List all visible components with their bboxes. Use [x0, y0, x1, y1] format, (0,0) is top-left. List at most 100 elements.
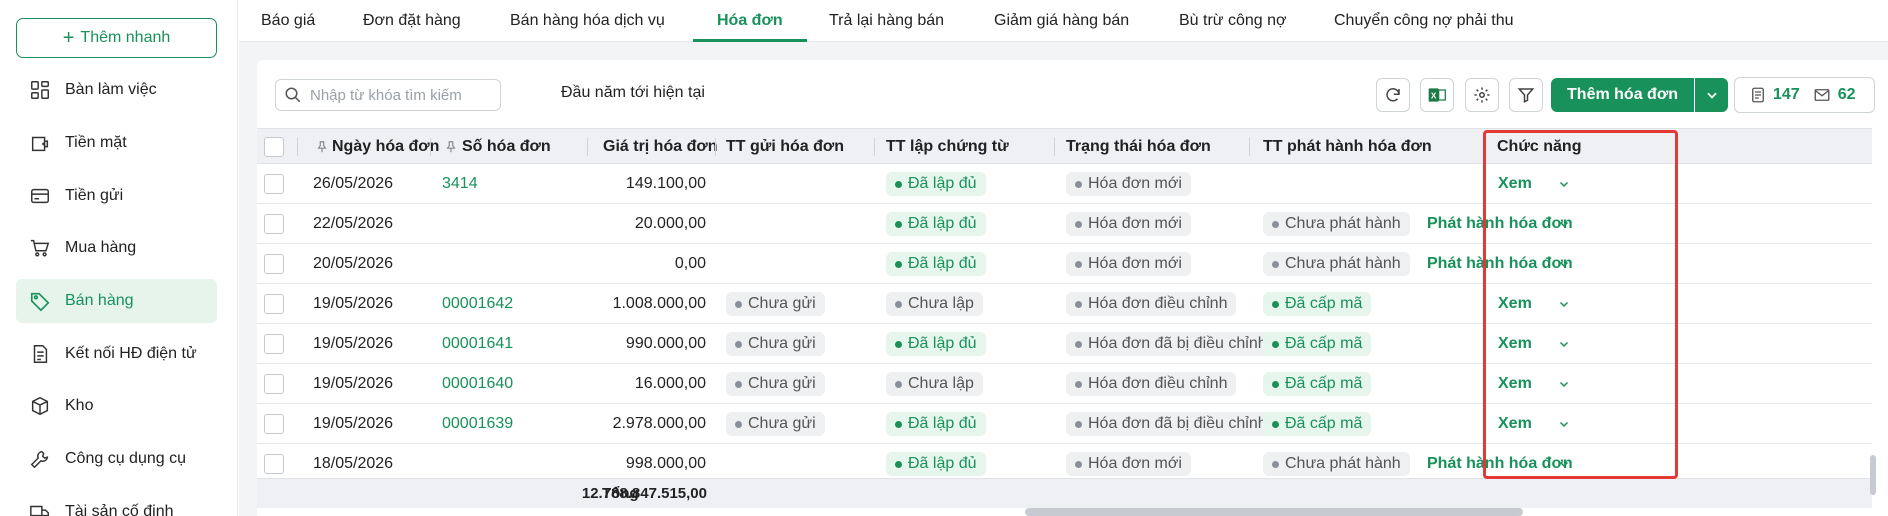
tab-debt-offset[interactable]: Bù trừ công nợ	[1179, 0, 1286, 42]
sidebar-item-tools[interactable]: Công cụ dụng cụ	[16, 437, 217, 481]
quick-add-button[interactable]: + Thêm nhanh	[16, 18, 217, 58]
table-header: Ngày hóa đơn Số hóa đơn Giá trị hóa đơn …	[257, 128, 1872, 164]
table-row[interactable]: 19/05/2026 00001642 1.008.000,00 Chưa gử…	[257, 284, 1872, 324]
main-area: Báo giá Đơn đặt hàng Bán hàng hóa dịch v…	[239, 0, 1888, 516]
row-checkbox[interactable]	[264, 454, 284, 474]
app-window: + Thêm nhanh Bàn làm việc Tiền mặt Tiền …	[0, 0, 1888, 516]
view-button[interactable]: Xem	[1498, 284, 1532, 324]
issue-invoice-button[interactable]: Phát hành hóa đơn	[1427, 244, 1573, 284]
cell-value: 2.978.000,00	[612, 415, 706, 432]
select-all-checkbox[interactable]	[264, 137, 284, 157]
table-row[interactable]: 22/05/2026 20.000,00 Đã lập đủ Hóa đơn m…	[257, 204, 1872, 244]
row-checkbox[interactable]	[264, 174, 284, 194]
table-row[interactable]: 19/05/2026 00001639 2.978.000,00 Chưa gử…	[257, 404, 1872, 444]
chevron-down-icon[interactable]	[1557, 378, 1571, 390]
add-invoice-button[interactable]: Thêm hóa đơn	[1551, 78, 1694, 112]
refresh-button[interactable]	[1376, 78, 1410, 112]
total-value: 12.788.847.515,00	[581, 485, 707, 502]
cell-number[interactable]: 3414	[442, 164, 478, 204]
cell-value: 0,00	[674, 255, 706, 272]
table-row[interactable]: 19/05/2026 00001640 16.000,00 Chưa gửi C…	[257, 364, 1872, 404]
cell-issue: Đã cấp mã	[1263, 404, 1372, 444]
document-list-icon	[1752, 87, 1764, 103]
plus-icon: +	[62, 27, 75, 49]
sidebar-item-assets[interactable]: Tài sản cố định	[16, 490, 217, 516]
tab-sales-discount[interactable]: Giảm giá hàng bán	[994, 0, 1129, 42]
vertical-scrollbar[interactable]	[1870, 455, 1876, 495]
document-icon	[33, 345, 48, 363]
cell-status: Hóa đơn điều chỉnh	[1066, 284, 1237, 324]
horizontal-scrollbar[interactable]	[1025, 508, 1523, 516]
sidebar-item-sales[interactable]: Bán hàng	[16, 279, 217, 323]
sidebar-item-dashboard[interactable]: Bàn làm việc	[16, 68, 217, 112]
row-checkbox[interactable]	[264, 414, 284, 434]
total-row: Tổng 12.788.847.515,00	[257, 478, 1872, 508]
status-badge: Chưa phát hành	[1263, 252, 1410, 276]
tab-invoice[interactable]: Hóa đơn	[693, 0, 807, 42]
search-input[interactable]	[310, 86, 490, 104]
excel-export-button[interactable]: X	[1420, 78, 1454, 112]
view-button[interactable]: Xem	[1498, 364, 1532, 404]
sidebar-item-cash[interactable]: Tiền mặt	[16, 121, 217, 165]
row-checkbox[interactable]	[264, 254, 284, 274]
cell-number[interactable]: 00001641	[442, 324, 513, 364]
table-row[interactable]: 26/05/2026 3414 149.100,00 Đã lập đủ Hóa…	[257, 164, 1872, 204]
view-button[interactable]: Xem	[1498, 404, 1532, 444]
col-header-send[interactable]: TT gửi hóa đơn	[726, 129, 844, 165]
filter-button[interactable]	[1509, 78, 1543, 112]
chevron-down-icon[interactable]	[1557, 458, 1571, 470]
col-header-date[interactable]: Ngày hóa đơn	[332, 129, 439, 165]
issue-invoice-button[interactable]: Phát hành hóa đơn	[1427, 204, 1573, 244]
sidebar-item-warehouse[interactable]: Kho	[16, 384, 217, 428]
chevron-down-icon[interactable]	[1557, 298, 1571, 310]
cell-voucher: Đã lập đủ	[886, 404, 986, 444]
sidebar-item-deposit[interactable]: Tiền gửi	[16, 174, 217, 218]
sidebar-item-purchase[interactable]: Mua hàng	[16, 226, 217, 270]
tab-quote[interactable]: Báo giá	[261, 0, 315, 42]
table-row[interactable]: 20/05/2026 0,00 Đã lập đủ Hóa đơn mới Ch…	[257, 244, 1872, 284]
chevron-down-icon[interactable]	[1557, 338, 1571, 350]
tab-sales-order[interactable]: Đơn đặt hàng	[363, 0, 461, 42]
add-invoice-dropdown[interactable]	[1695, 78, 1728, 112]
chevron-down-icon[interactable]	[1557, 418, 1571, 430]
sidebar-item-label: Bàn làm việc	[65, 81, 157, 98]
cell-number[interactable]: 00001640	[442, 364, 513, 404]
cell-number[interactable]: 00001642	[442, 284, 513, 324]
tab-sales-return[interactable]: Trả lại hàng bán	[829, 0, 944, 42]
tab-debt-transfer[interactable]: Chuyển công nợ phải thu	[1334, 0, 1514, 42]
row-checkbox[interactable]	[264, 374, 284, 394]
chevron-down-icon[interactable]	[1557, 218, 1571, 230]
sidebar-item-label: Mua hàng	[65, 239, 137, 256]
cell-number[interactable]: 00001639	[442, 404, 513, 444]
search-box[interactable]	[275, 79, 501, 111]
settings-button[interactable]	[1465, 78, 1499, 112]
col-header-voucher[interactable]: TT lập chứng từ	[886, 129, 1009, 165]
row-checkbox[interactable]	[264, 294, 284, 314]
period-filter[interactable]: Đầu năm tới hiện tại	[561, 84, 705, 102]
status-badge: Chưa phát hành	[1263, 452, 1410, 476]
col-header-issue[interactable]: TT phát hành hóa đơn	[1263, 129, 1432, 165]
document-count: 147	[1773, 86, 1800, 103]
table-row[interactable]: 19/05/2026 00001641 990.000,00 Chưa gửi …	[257, 324, 1872, 364]
chevron-down-icon	[1706, 92, 1717, 99]
cell-voucher: Đã lập đủ	[886, 204, 986, 244]
col-header-value[interactable]: Giá trị hóa đơn	[603, 129, 718, 165]
status-badge: Đã cấp mã	[1263, 292, 1372, 316]
status-badge: Hóa đơn đã bị điều chỉnh	[1066, 332, 1276, 356]
chevron-down-icon[interactable]	[1557, 258, 1571, 270]
column-divider	[1249, 138, 1250, 156]
row-checkbox[interactable]	[264, 214, 284, 234]
col-header-number[interactable]: Số hóa đơn	[462, 129, 551, 165]
view-button[interactable]: Xem	[1498, 324, 1532, 364]
chevron-down-icon[interactable]	[1557, 178, 1571, 190]
tab-sales-service[interactable]: Bán hàng hóa dịch vụ	[510, 0, 665, 42]
row-checkbox[interactable]	[264, 334, 284, 354]
count-summary: 147 62	[1734, 77, 1875, 113]
col-header-status[interactable]: Trạng thái hóa đơn	[1066, 129, 1211, 165]
status-badge: Chưa gửi	[726, 412, 825, 436]
status-badge: Hóa đơn mới	[1066, 212, 1191, 236]
cell-date: 20/05/2026	[313, 255, 394, 272]
view-button[interactable]: Xem	[1498, 164, 1532, 204]
sidebar-item-einvoice[interactable]: Kết nối HĐ điện tử	[16, 332, 217, 376]
status-badge: Hóa đơn đã bị điều chỉnh	[1066, 412, 1276, 436]
